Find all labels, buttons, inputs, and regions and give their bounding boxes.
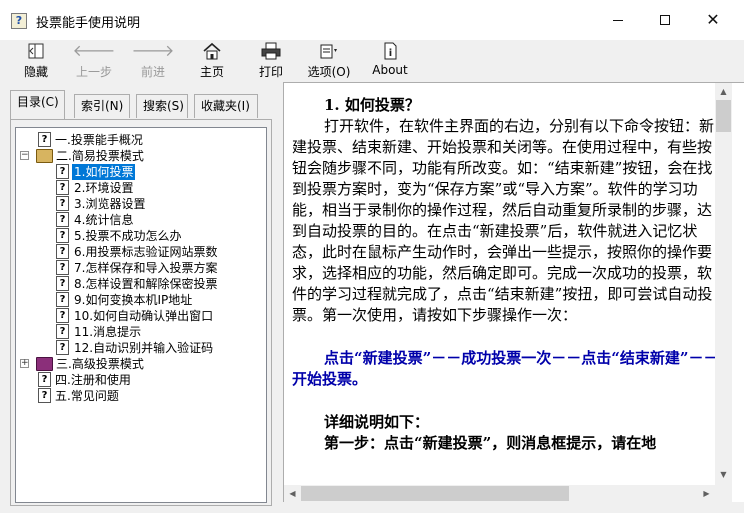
tab-search[interactable]: 搜索(S) [136, 94, 188, 118]
scroll-down-icon[interactable]: ▼ [715, 466, 732, 483]
bottom-border [283, 502, 744, 513]
minimize-button[interactable] [595, 0, 641, 40]
contents-tree[interactable]: ? 一.投票能手概况 − 二.简易投票模式 ? 1.如何投票 ? 2.环境设置 … [15, 127, 267, 503]
home-button[interactable]: 主页 [196, 40, 228, 82]
help-page-icon: ? [56, 340, 69, 355]
forward-arrow-icon: 🡒 [131, 41, 175, 60]
options-label: 选项(O) [307, 65, 351, 79]
tab-contents[interactable]: 目录(C) [10, 90, 65, 119]
expand-icon[interactable]: + [20, 359, 29, 368]
toolbar: 隐藏 🡐 上一步 🡒 前进 主页 打印 选项(O) i About [0, 40, 744, 82]
topic-content: 1. 如何投票？ 打开软件，在软件主界面的右边，分别有以下命令按钮：新建投票、结… [292, 95, 720, 487]
hide-label: 隐藏 [23, 65, 48, 79]
help-page-icon: ? [56, 212, 69, 227]
help-page-icon: ? [56, 308, 69, 323]
options-icon [318, 41, 340, 61]
horizontal-scroll-thumb[interactable] [301, 486, 569, 501]
printer-icon [260, 41, 282, 61]
help-page-icon: ? [56, 180, 69, 195]
horizontal-scrollbar[interactable]: ◀ ▶ [284, 485, 715, 502]
close-button[interactable]: ✕ [690, 0, 736, 40]
about-label: About [372, 63, 408, 77]
title-bar: ? 投票能手使用说明 ✕ [0, 0, 744, 40]
print-button[interactable]: 打印 [255, 40, 287, 82]
scroll-right-icon[interactable]: ▶ [698, 485, 715, 502]
topic-pane: 1. 如何投票？ 打开软件，在软件主界面的右边，分别有以下命令按钮：新建投票、结… [283, 82, 744, 513]
tab-index[interactable]: 索引(N) [74, 94, 130, 118]
forward-button[interactable]: 🡒 前进 [131, 40, 175, 82]
maximize-button[interactable] [642, 0, 688, 40]
help-page-icon: ? [56, 260, 69, 275]
maximize-icon [660, 15, 670, 25]
topic-emphasis: 点击“新建投票”－－成功投票一次－－点击“结束新建”－－开始投票。 [292, 349, 719, 388]
step-one-text: 第一步：点击“新建投票”，则消息框提示，请在地 [324, 434, 657, 452]
scroll-left-icon[interactable]: ◀ [284, 485, 301, 502]
closed-book-icon [36, 357, 53, 371]
about-icon: i [379, 41, 401, 61]
hide-button[interactable]: 隐藏 [20, 40, 52, 82]
vertical-scrollbar[interactable]: ▲ ▼ [715, 83, 732, 483]
close-icon: ✕ [706, 10, 720, 29]
svg-text:i: i [389, 48, 392, 59]
forward-label: 前进 [140, 65, 165, 79]
back-label: 上一步 [75, 65, 112, 79]
navigation-pane: 目录(C) 索引(N) 搜索(S) 收藏夹(I) ? 一.投票能手概况 − 二.… [0, 82, 280, 513]
help-page-icon: ? [38, 372, 51, 387]
open-book-icon [36, 149, 53, 163]
help-page-icon: ? [56, 228, 69, 243]
detail-heading: 详细说明如下： [324, 413, 430, 431]
help-page-icon: ? [38, 388, 51, 403]
collapse-icon[interactable]: − [20, 151, 29, 160]
help-page-icon: ? [56, 196, 69, 211]
hide-pane-icon [25, 41, 47, 61]
help-page-icon: ? [38, 132, 51, 147]
minimize-icon [613, 19, 623, 21]
topic-heading: 1. 如何投票？ [324, 96, 420, 114]
help-book-icon: ? [11, 13, 27, 29]
help-page-icon: ? [56, 244, 69, 259]
back-button[interactable]: 🡐 上一步 [72, 40, 116, 82]
scroll-up-icon[interactable]: ▲ [715, 83, 732, 100]
about-button[interactable]: i About [370, 40, 410, 82]
help-page-icon: ? [56, 164, 69, 179]
help-page-icon: ? [56, 324, 69, 339]
vertical-scroll-thumb[interactable] [716, 100, 731, 132]
window-title: 投票能手使用说明 [36, 16, 141, 31]
help-page-icon: ? [56, 276, 69, 291]
tab-favorites[interactable]: 收藏夹(I) [194, 94, 258, 118]
options-button[interactable]: 选项(O) [306, 40, 352, 82]
help-page-icon: ? [56, 292, 69, 307]
print-label: 打印 [258, 65, 283, 79]
topic-paragraph: 打开软件，在软件主界面的右边，分别有以下命令按钮：新建投票、结束新建、开始投票和… [292, 117, 715, 324]
back-arrow-icon: 🡐 [72, 41, 116, 60]
contents-panel: ? 一.投票能手概况 − 二.简易投票模式 ? 1.如何投票 ? 2.环境设置 … [10, 119, 272, 506]
scrollbar-corner [715, 483, 732, 502]
home-label: 主页 [199, 65, 224, 79]
home-icon [201, 41, 223, 61]
